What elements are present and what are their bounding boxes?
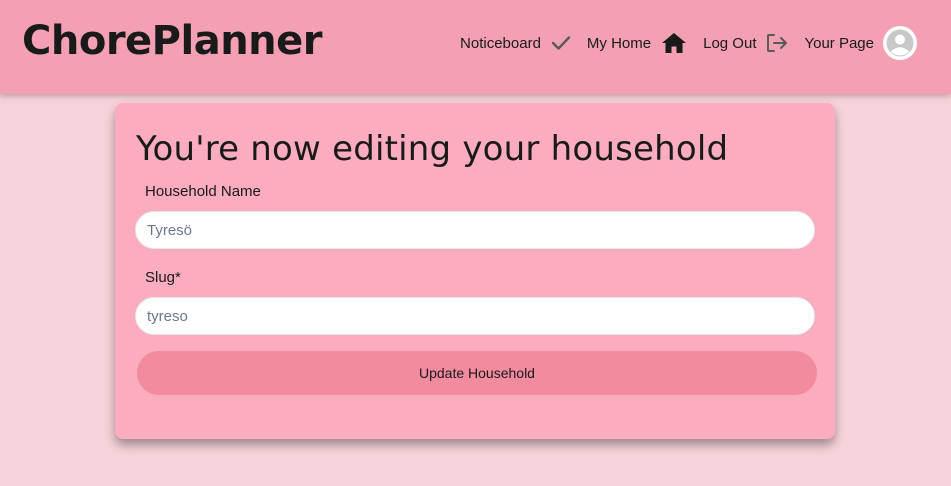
slug-label: Slug* [145,269,181,286]
page-title: You're now editing your household [136,129,729,169]
avatar-icon [883,26,917,60]
nav-item-log-out[interactable]: Log Out [703,33,788,53]
check-icon [551,35,571,51]
edit-household-card: You're now editing your household Househ… [115,103,835,439]
nav-item-log-out-label: Log Out [703,34,757,52]
nav-item-your-page[interactable]: Your Page [804,26,917,60]
nav-item-my-home[interactable]: My Home [587,32,687,54]
slug-input[interactable] [135,297,815,335]
nav-item-your-page-label: Your Page [804,34,874,52]
update-household-button[interactable]: Update Household [137,351,817,395]
top-navbar: ChorePlanner Noticeboard My Home Log Out… [0,0,951,94]
logout-icon [766,33,788,53]
home-icon [661,32,687,54]
nav-menu: Noticeboard My Home Log Out Your Page [460,26,917,60]
nav-item-noticeboard-label: Noticeboard [460,34,541,52]
brand-logo[interactable]: ChorePlanner [22,18,323,64]
household-name-input[interactable] [135,211,815,249]
household-name-label: Household Name [145,183,261,200]
nav-item-my-home-label: My Home [586,34,652,52]
nav-item-noticeboard[interactable]: Noticeboard [460,35,571,52]
